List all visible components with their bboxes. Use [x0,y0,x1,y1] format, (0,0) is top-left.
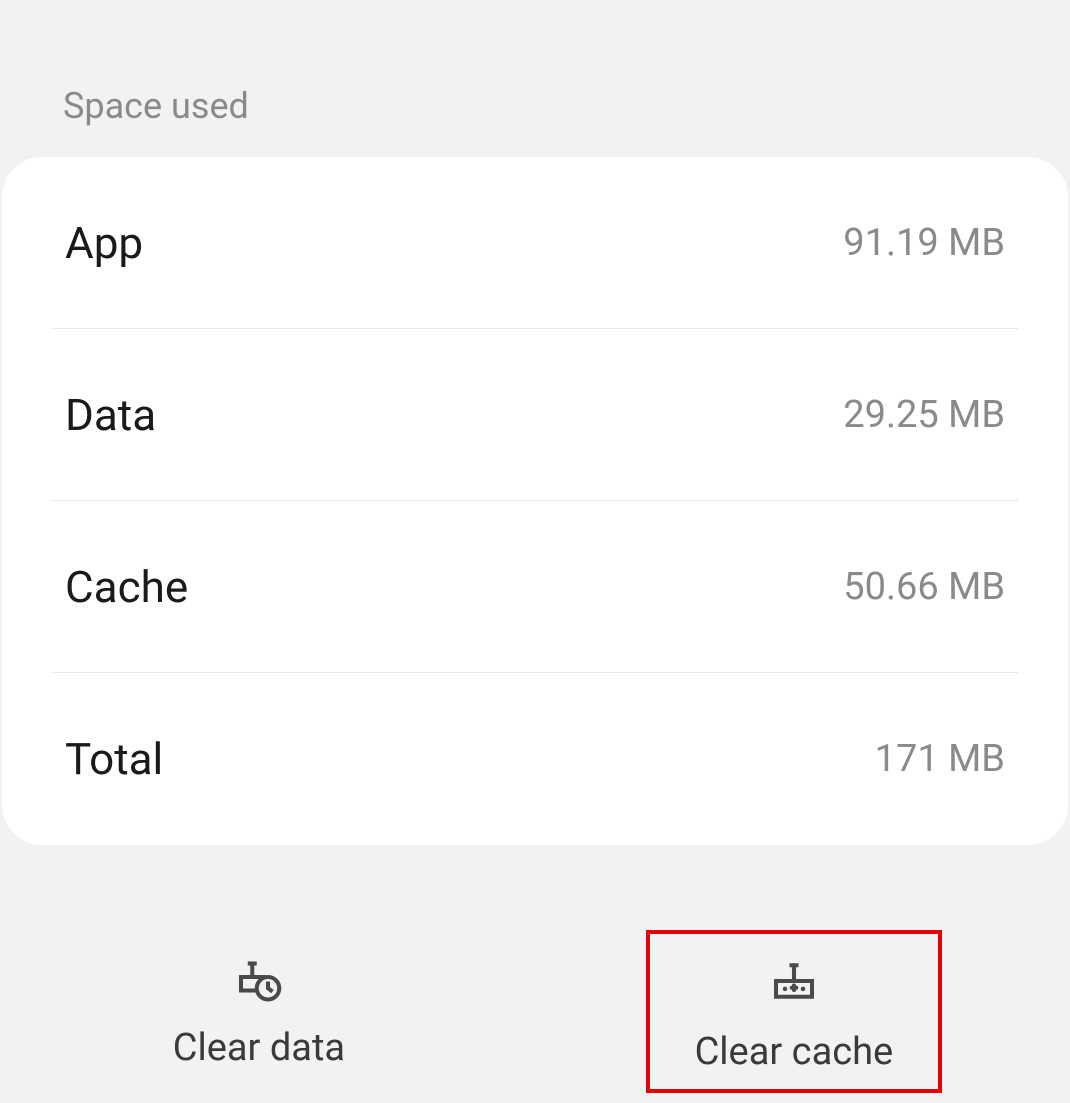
trash-clock-icon [232,950,286,1008]
storage-value: 91.19 MB [843,221,1005,265]
storage-value: 29.25 MB [843,393,1005,437]
bottom-action-bar: Clear data Clear cache [0,930,1070,1103]
clear-data-button[interactable]: Clear data [128,930,390,1093]
storage-card: App 91.19 MB Data 29.25 MB Cache 50.66 M… [2,157,1068,845]
storage-label: Data [65,389,156,441]
storage-label: App [65,217,143,269]
storage-row-data: Data 29.25 MB [2,329,1068,501]
clear-cache-label: Clear cache [695,1030,894,1074]
storage-value: 50.66 MB [843,565,1005,609]
storage-row-cache: Cache 50.66 MB [2,501,1068,673]
storage-row-total: Total 171 MB [2,673,1068,845]
clear-cache-button[interactable]: Clear cache [646,930,943,1093]
broom-icon [767,954,821,1012]
storage-row-app: App 91.19 MB [2,157,1068,329]
storage-label: Cache [65,561,188,613]
section-title: Space used [0,0,1070,157]
storage-value: 171 MB [875,737,1005,781]
storage-label: Total [65,733,163,785]
clear-data-label: Clear data [173,1026,345,1070]
